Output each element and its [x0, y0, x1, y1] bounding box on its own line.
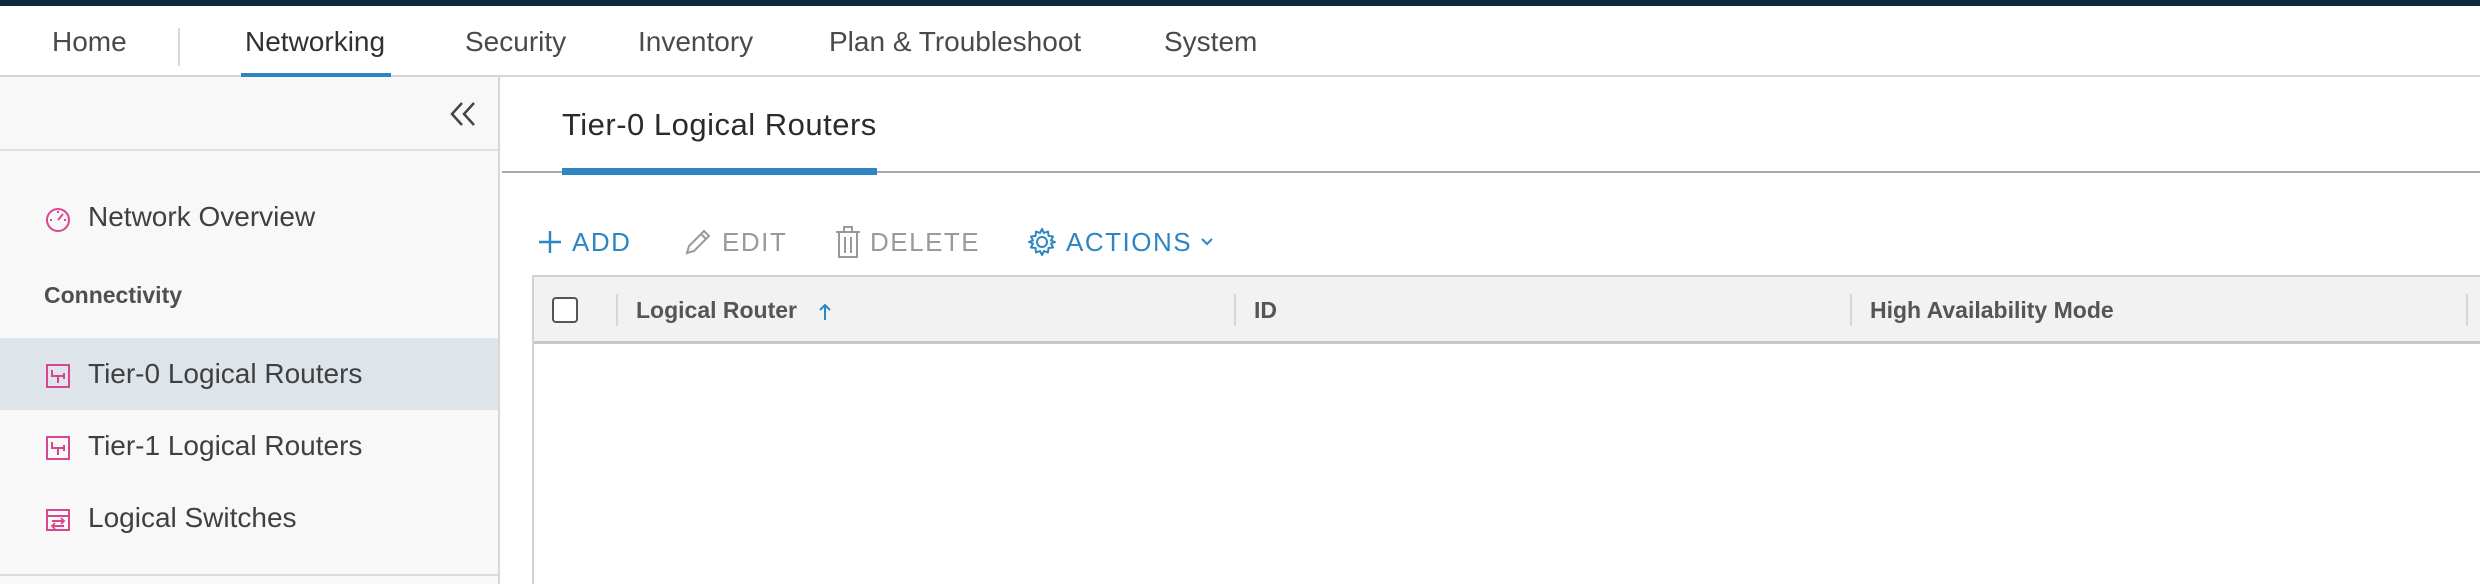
double-chevron-left-icon [450, 102, 475, 126]
dashboard-icon [46, 208, 70, 232]
column-header-logical-router[interactable]: Logical Router [636, 277, 833, 343]
column-header-id[interactable]: ID [1254, 277, 1277, 343]
column-separator [2466, 294, 2468, 326]
sidebar-item-tier1-routers[interactable]: Tier-1 Logical Routers [0, 410, 498, 482]
sidebar: Network Overview Connectivity Tier-0 Log… [0, 77, 500, 584]
actions-dropdown[interactable]: ACTIONS [1026, 220, 1216, 264]
nav-networking[interactable]: Networking [241, 6, 392, 79]
nav-system[interactable]: System [1164, 6, 1257, 75]
sidebar-divider [0, 574, 498, 576]
sidebar-item-label: Logical Switches [88, 502, 297, 533]
add-button[interactable]: ADD [536, 220, 631, 264]
switch-icon [46, 509, 70, 531]
select-all-checkbox[interactable] [552, 297, 578, 323]
sidebar-item-logical-switches[interactable]: Logical Switches [0, 482, 498, 554]
column-separator [616, 294, 618, 326]
sidebar-item-network-overview[interactable]: Network Overview [0, 181, 498, 253]
tab-active-indicator [562, 168, 877, 175]
router-icon [46, 364, 70, 388]
nav-networking-label: Networking [245, 26, 386, 57]
delete-button-label: DELETE [870, 226, 981, 257]
nav-divider [178, 28, 180, 66]
nav-plan-troubleshoot[interactable]: Plan & Troubleshoot [829, 6, 1081, 75]
sidebar-collapse-row [0, 77, 498, 151]
actions-dropdown-label: ACTIONS [1066, 226, 1193, 257]
add-button-label: ADD [572, 226, 632, 257]
sidebar-item-tier0-routers[interactable]: Tier-0 Logical Routers [0, 338, 498, 410]
trash-icon [836, 226, 860, 258]
sort-ascending-icon [819, 303, 832, 320]
sidebar-item-label: Tier-0 Logical Routers [88, 358, 363, 389]
main-nav: Home Networking Security Inventory Plan … [0, 6, 2480, 79]
column-header-label: Logical Router [636, 297, 798, 323]
sidebar-item-label: Tier-1 Logical Routers [88, 430, 363, 461]
page-title: Tier-0 Logical Routers [562, 107, 877, 142]
pencil-icon [685, 229, 711, 255]
tab-tier0-logical-routers[interactable]: Tier-0 Logical Routers [562, 77, 877, 175]
delete-button[interactable]: DELETE [834, 220, 980, 264]
sidebar-item-label: Network Overview [88, 201, 316, 232]
collapse-sidebar-button[interactable] [446, 97, 480, 131]
page-header: Tier-0 Logical Routers [502, 77, 2480, 175]
column-separator [1234, 294, 1236, 326]
gear-icon [1028, 228, 1056, 256]
plus-icon [539, 231, 561, 253]
section-header-connectivity: Connectivity [44, 282, 183, 308]
nav-inventory[interactable]: Inventory [638, 6, 753, 75]
chevron-down-icon [1201, 238, 1213, 246]
nav-home[interactable]: Home [52, 6, 127, 75]
edit-button-label: EDIT [722, 226, 788, 257]
column-header-ha-mode[interactable]: High Availability Mode [1870, 277, 2114, 343]
column-separator [1850, 294, 1852, 326]
datagrid-header: Logical Router ID High Availability Mode [534, 275, 2480, 344]
router-icon [46, 436, 70, 460]
main-content: Tier-0 Logical Routers ADD EDIT DELETE A… [502, 77, 2480, 584]
edit-button[interactable]: EDIT [682, 220, 787, 264]
routers-datagrid: Logical Router ID High Availability Mode [532, 275, 2480, 584]
nav-security[interactable]: Security [465, 6, 566, 75]
